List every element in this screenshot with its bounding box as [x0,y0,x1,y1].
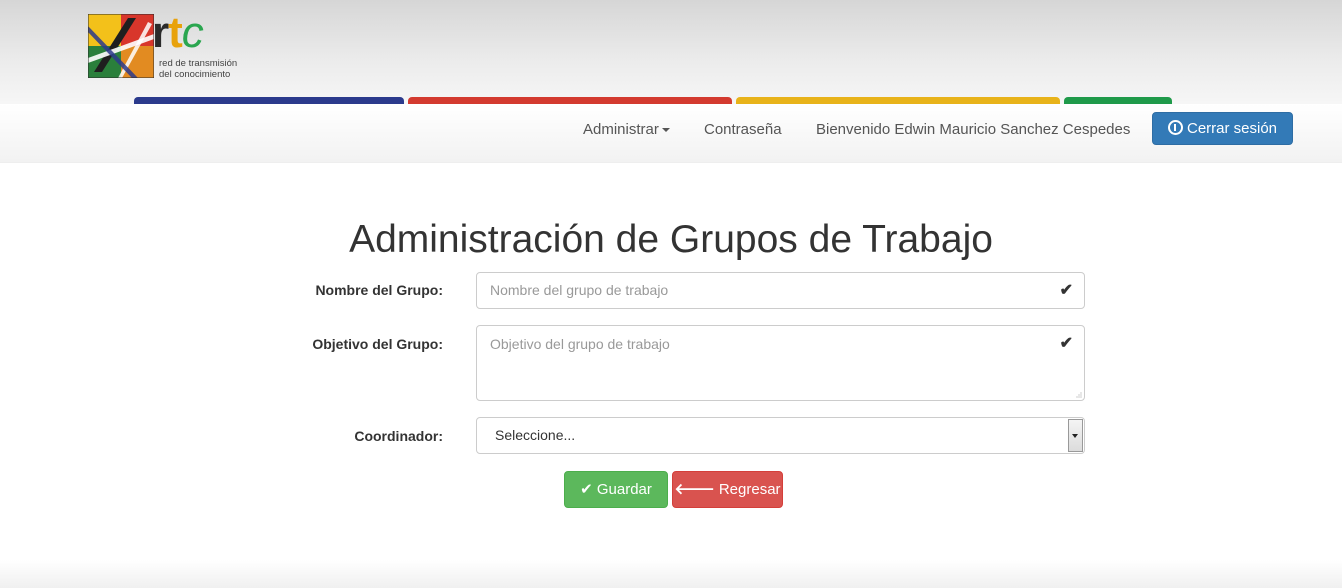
power-icon [1167,120,1183,135]
group-objective-textarea[interactable]: Objetivo del grupo de trabajo ✔ [476,325,1085,401]
group-name-input[interactable]: Nombre del grupo de trabajo ✔ [476,272,1085,309]
logo-mark-icon [88,14,154,78]
footer-band [0,560,1342,588]
welcome-text: Bienvenido Edwin Mauricio Sanchez Cesped… [816,121,1131,138]
stripe-red [408,97,732,104]
save-button[interactable]: ✔ Guardar [564,471,668,508]
page-title: Administración de Grupos de Trabajo [349,218,993,261]
group-name-label: Nombre del Grupo: [315,282,443,298]
check-icon: ✔ [580,481,593,498]
coordinator-selected-value: Seleccione... [495,427,576,443]
coordinator-select[interactable]: Seleccione... [476,417,1085,454]
nav-administrar-dropdown[interactable]: Administrar [583,104,670,156]
logout-label: Cerrar sesión [1186,120,1278,137]
caret-down-icon [661,128,670,133]
logo-tagline-line1: red de transmisión [159,58,238,69]
stripe-blue [134,97,404,104]
group-name-placeholder: Nombre del grupo de trabajo [490,282,669,298]
nav-administrar-label: Administrar [583,121,659,138]
coordinator-label: Coordinador: [354,428,443,444]
rtc-logo[interactable]: rtc red de transmisión del conocimiento [88,8,258,80]
arrow-left-icon: 🡐 [674,481,715,498]
back-label: Regresar [718,481,781,498]
save-label: Guardar [596,481,652,498]
navbar: Administrar Contraseña Bienvenido Edwin … [0,104,1342,163]
color-stripes [0,97,1342,104]
logo-tagline-line2: del conocimiento [159,69,231,80]
check-icon: ✔ [1059,282,1073,299]
group-objective-placeholder: Objetivo del grupo de trabajo [490,336,670,352]
group-objective-label: Objetivo del Grupo: [312,336,443,352]
back-button[interactable]: 🡐 Regresar [672,471,783,508]
stripe-green [1064,97,1172,104]
chevron-down-icon[interactable] [1068,419,1083,452]
stripe-yellow [736,97,1060,104]
nav-contrasena-link[interactable]: Contraseña [704,104,782,156]
logo-tagline: red de transmisión del conocimiento [159,58,237,80]
header: rtc red de transmisión del conocimiento [0,0,1342,104]
check-icon: ✔ [1059,335,1073,352]
resize-handle-icon[interactable] [1074,390,1082,398]
logo-letter-r: r [152,8,169,57]
logo-letter-t: t [168,8,183,57]
logo-letter-c: c [181,8,204,57]
logo-letters: rtc [152,8,204,58]
logout-button[interactable]: Cerrar sesión [1152,112,1293,145]
